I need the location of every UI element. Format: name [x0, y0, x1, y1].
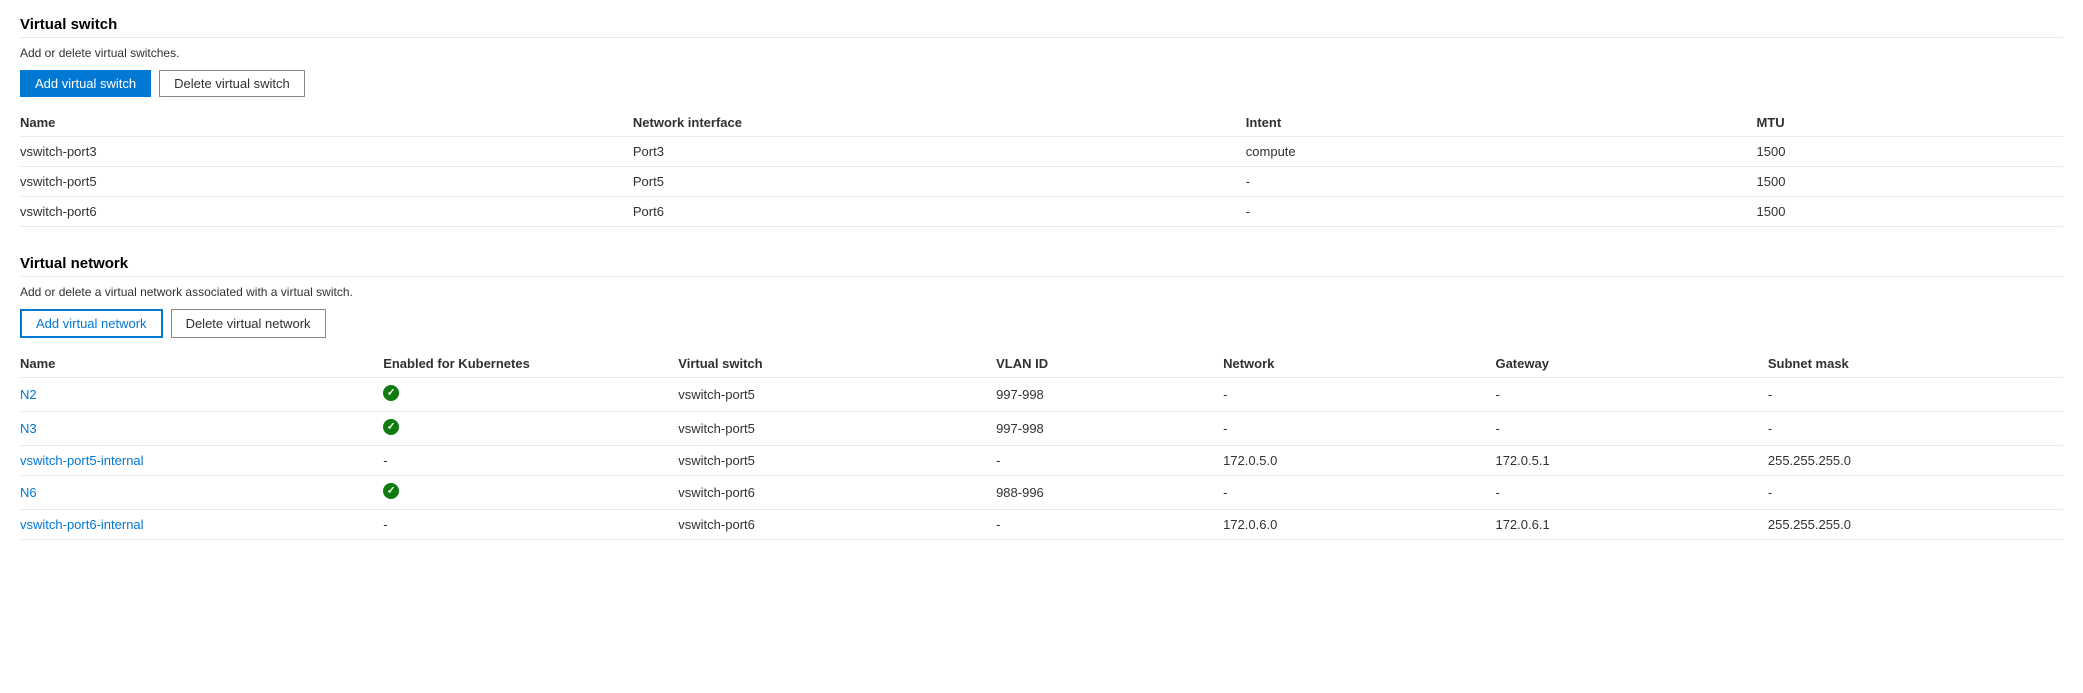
table-row: vswitch-port5-internal - vswitch-port5 -…: [20, 446, 2063, 476]
vs-cell-intent: -: [1246, 167, 1757, 197]
vn-cell-vswitch: vswitch-port6: [678, 476, 996, 510]
vn-cell-name: vswitch-port6-internal: [20, 510, 383, 540]
vn-col-subnet: Subnet mask: [1768, 350, 2063, 378]
vn-cell-vlan: 997-998: [996, 378, 1223, 412]
vs-cell-mtu: 1500: [1757, 167, 2063, 197]
virtual-switch-button-row: Add virtual switch Delete virtual switch: [20, 70, 2063, 97]
vn-cell-k8s: [383, 412, 678, 446]
table-row: vswitch-port6 Port6 - 1500: [20, 197, 2063, 227]
vs-col-name: Name: [20, 109, 633, 137]
vn-cell-gateway: -: [1495, 378, 1767, 412]
table-row: vswitch-port5 Port5 - 1500: [20, 167, 2063, 197]
enabled-check-icon: [383, 483, 399, 499]
table-row: N3 vswitch-port5 997-998 - - -: [20, 412, 2063, 446]
virtual-network-description: Add or delete a virtual network associat…: [20, 285, 2063, 299]
vn-cell-vlan: 997-998: [996, 412, 1223, 446]
virtual-switch-table: Name Network interface Intent MTU vswitc…: [20, 109, 2063, 227]
vn-name-link[interactable]: N2: [20, 387, 37, 402]
vn-cell-vlan: 988-996: [996, 476, 1223, 510]
add-virtual-network-button[interactable]: Add virtual network: [20, 309, 163, 338]
vs-cell-intent: -: [1246, 197, 1757, 227]
virtual-switch-title: Virtual switch: [20, 16, 2063, 33]
vn-cell-name: vswitch-port5-internal: [20, 446, 383, 476]
vn-cell-subnet: -: [1768, 378, 2063, 412]
vs-cell-mtu: 1500: [1757, 197, 2063, 227]
virtual-network-section: Virtual network Add or delete a virtual …: [20, 255, 2063, 540]
vn-cell-gateway: -: [1495, 476, 1767, 510]
virtual-network-title: Virtual network: [20, 255, 2063, 272]
virtual-network-button-row: Add virtual network Delete virtual netwo…: [20, 309, 2063, 338]
vn-cell-subnet: 255.255.255.0: [1768, 510, 2063, 540]
vn-name-link[interactable]: vswitch-port5-internal: [20, 453, 144, 468]
enabled-check-icon: [383, 419, 399, 435]
virtual-switch-table-body: vswitch-port3 Port3 compute 1500 vswitch…: [20, 137, 2063, 227]
virtual-network-table-body: N2 vswitch-port5 997-998 - - - N3 vswitc…: [20, 378, 2063, 540]
vn-col-name: Name: [20, 350, 383, 378]
vn-name-link[interactable]: vswitch-port6-internal: [20, 517, 144, 532]
vn-col-network: Network: [1223, 350, 1495, 378]
virtual-network-table-header: Name Enabled for Kubernetes Virtual swit…: [20, 350, 2063, 378]
vn-cell-vswitch: vswitch-port5: [678, 412, 996, 446]
vn-cell-vswitch: vswitch-port6: [678, 510, 996, 540]
vn-cell-k8s: -: [383, 446, 678, 476]
vs-cell-name: vswitch-port6: [20, 197, 633, 227]
vs-col-network-interface: Network interface: [633, 109, 1246, 137]
vn-cell-vlan: -: [996, 446, 1223, 476]
vs-cell-interface: Port3: [633, 137, 1246, 167]
vn-cell-gateway: 172.0.6.1: [1495, 510, 1767, 540]
vs-cell-name: vswitch-port5: [20, 167, 633, 197]
table-row: N6 vswitch-port6 988-996 - - -: [20, 476, 2063, 510]
delete-virtual-network-button[interactable]: Delete virtual network: [171, 309, 326, 338]
vn-cell-network: 172.0.5.0: [1223, 446, 1495, 476]
vs-cell-intent: compute: [1246, 137, 1757, 167]
table-row: vswitch-port6-internal - vswitch-port6 -…: [20, 510, 2063, 540]
vn-cell-vlan: -: [996, 510, 1223, 540]
enabled-check-icon: [383, 385, 399, 401]
virtual-switch-table-header: Name Network interface Intent MTU: [20, 109, 2063, 137]
virtual-switch-description: Add or delete virtual switches.: [20, 46, 2063, 60]
vn-name-link[interactable]: N3: [20, 421, 37, 436]
vn-cell-name: N2: [20, 378, 383, 412]
vn-cell-k8s: [383, 378, 678, 412]
vn-cell-vswitch: vswitch-port5: [678, 446, 996, 476]
virtual-network-table: Name Enabled for Kubernetes Virtual swit…: [20, 350, 2063, 540]
vn-cell-name: N3: [20, 412, 383, 446]
vn-cell-network: -: [1223, 378, 1495, 412]
vn-col-vswitch: Virtual switch: [678, 350, 996, 378]
virtual-switch-section: Virtual switch Add or delete virtual swi…: [20, 16, 2063, 227]
vs-col-intent: Intent: [1246, 109, 1757, 137]
enabled-dash: -: [383, 453, 387, 468]
vn-cell-gateway: -: [1495, 412, 1767, 446]
table-row: N2 vswitch-port5 997-998 - - -: [20, 378, 2063, 412]
vn-cell-k8s: [383, 476, 678, 510]
vn-cell-network: 172.0.6.0: [1223, 510, 1495, 540]
vn-cell-network: -: [1223, 476, 1495, 510]
vn-cell-subnet: -: [1768, 476, 2063, 510]
vn-cell-subnet: -: [1768, 412, 2063, 446]
virtual-switch-divider: [20, 37, 2063, 38]
vn-cell-vswitch: vswitch-port5: [678, 378, 996, 412]
vs-cell-name: vswitch-port3: [20, 137, 633, 167]
vs-cell-mtu: 1500: [1757, 137, 2063, 167]
vs-cell-interface: Port5: [633, 167, 1246, 197]
vn-cell-network: -: [1223, 412, 1495, 446]
delete-virtual-switch-button[interactable]: Delete virtual switch: [159, 70, 305, 97]
vs-cell-interface: Port6: [633, 197, 1246, 227]
vn-col-k8s: Enabled for Kubernetes: [383, 350, 678, 378]
vn-cell-name: N6: [20, 476, 383, 510]
vn-name-link[interactable]: N6: [20, 485, 37, 500]
table-row: vswitch-port3 Port3 compute 1500: [20, 137, 2063, 167]
enabled-dash: -: [383, 517, 387, 532]
add-virtual-switch-button[interactable]: Add virtual switch: [20, 70, 151, 97]
vn-cell-gateway: 172.0.5.1: [1495, 446, 1767, 476]
vs-col-mtu: MTU: [1757, 109, 2063, 137]
vn-col-gateway: Gateway: [1495, 350, 1767, 378]
vn-cell-k8s: -: [383, 510, 678, 540]
vn-cell-subnet: 255.255.255.0: [1768, 446, 2063, 476]
vn-col-vlan: VLAN ID: [996, 350, 1223, 378]
virtual-network-divider: [20, 276, 2063, 277]
